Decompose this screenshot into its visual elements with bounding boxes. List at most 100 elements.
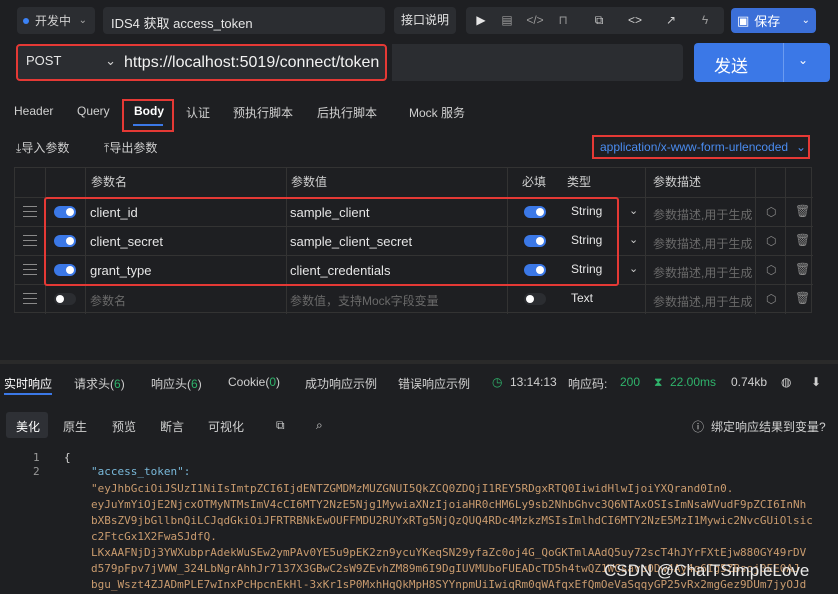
param-name-placeholder[interactable]: 参数名 [90, 292, 126, 309]
chevron-down-icon[interactable]: ⌄ [802, 15, 810, 26]
header-desc: 参数描述 [653, 175, 702, 189]
type-select[interactable]: Text [571, 291, 593, 305]
url-input[interactable]: https://localhost:5019/connect/token [124, 48, 379, 77]
tab-raw[interactable]: 原生 [63, 418, 87, 435]
watermark-text: CSDN @ChaITSimpleLove [604, 561, 810, 580]
body-tab-highlight [122, 99, 174, 132]
chevron-down-icon[interactable]: ⌄ [798, 53, 808, 67]
panel-resizer[interactable] [0, 360, 838, 364]
tab-cookie-label: Cookie [228, 375, 266, 389]
send-divider [783, 43, 784, 82]
required-toggle[interactable] [524, 293, 546, 305]
response-code-label: 响应码: [568, 377, 608, 391]
hourglass-icon: ⧗ [654, 375, 663, 389]
copy-icon[interactable]: ⧉ [590, 11, 608, 29]
trash-icon[interactable]: 🗑 [795, 262, 810, 276]
json-brace: { [64, 451, 71, 464]
tab-pretty[interactable]: 美化 [16, 418, 40, 435]
cube-icon[interactable]: ⬡ [766, 263, 776, 277]
tab-response-headers-label: 响应头 [151, 377, 188, 391]
content-type-label: application/x-www-form-urlencoded [600, 140, 789, 154]
request-line: POST ⌄ https://localhost:5019/connect/to… [16, 44, 387, 81]
bind-response-link[interactable]: 绑定响应结果到变量? [711, 418, 826, 435]
tab-pre-script[interactable]: 预执行脚本 [233, 104, 293, 121]
method-select[interactable]: POST ⌄ [26, 53, 116, 73]
copy-icon[interactable]: ⧉ [276, 418, 285, 433]
chevron-down-icon[interactable]: ⌄ [629, 204, 638, 217]
tab-response-headers[interactable]: 响应头(6) [151, 375, 202, 392]
toolbar-group: ▶ ▤ </> ⊓ ⧉ <> ↗ ϟ [466, 7, 724, 34]
table-row-new: 参数名 参数值，支持Mock字段变量 Text 参数描述,用于生成 ⬡ 🗑 [15, 285, 813, 314]
tab-auth[interactable]: 认证 [186, 104, 210, 121]
content-type-select[interactable]: application/x-www-form-urlencoded ⌄ [592, 135, 810, 159]
chevron-down-icon: ⌄ [796, 140, 807, 154]
tab-success-example[interactable]: 成功响应示例 [305, 375, 377, 392]
status-dot-icon [23, 17, 29, 24]
param-desc-cell[interactable]: 参数描述,用于生成 [653, 206, 752, 223]
drag-handle-icon[interactable] [23, 293, 37, 305]
download-icon[interactable]: ⬇ [811, 375, 821, 389]
save-label: 保存 [754, 14, 781, 29]
drag-handle-icon[interactable] [23, 206, 37, 218]
run-icon[interactable]: ▶ [472, 11, 490, 29]
tab-mock[interactable]: Mock 服务 [409, 104, 465, 121]
tab-post-script[interactable]: 后执行脚本 [317, 104, 377, 121]
cube-icon[interactable]: ⬡ [766, 292, 776, 306]
tab-query[interactable]: Query [77, 104, 110, 118]
tab-request-headers-count: 6 [114, 377, 121, 391]
chevron-down-icon[interactable]: ⌄ [629, 233, 638, 246]
trash-icon[interactable]: 🗑 [795, 204, 810, 218]
chevron-down-icon[interactable]: ⌄ [629, 262, 638, 275]
code-icon[interactable]: </> [526, 11, 544, 29]
param-desc-placeholder[interactable]: 参数描述,用于生成 [653, 293, 752, 310]
tab-cookie-count: 0 [269, 375, 277, 389]
tab-preview[interactable]: 预览 [112, 418, 136, 435]
drag-handle-icon[interactable] [23, 264, 37, 276]
param-desc-cell[interactable]: 参数描述,用于生成 [653, 235, 752, 252]
trash-icon[interactable]: 🗑 [795, 291, 810, 305]
tab-cookie[interactable]: Cookie(0) [228, 375, 280, 389]
method-label: POST [26, 53, 62, 68]
param-desc-cell[interactable]: 参数描述,用于生成 [653, 264, 752, 281]
header-required: 必填 [522, 175, 547, 189]
header-type: 类型 [567, 175, 592, 189]
help-icon: ⓘ [692, 420, 705, 434]
document-icon[interactable]: ▤ [498, 11, 516, 29]
export-params-button[interactable]: ⤒导出参数 [104, 139, 157, 156]
chevron-down-icon: ⌄ [78, 15, 87, 26]
globe-icon[interactable]: ◍ [781, 375, 791, 389]
enable-toggle[interactable] [54, 293, 76, 305]
send-label: 发送 [714, 57, 748, 76]
param-value-placeholder[interactable]: 参数值，支持Mock字段变量 [290, 292, 439, 309]
json-value-line: bXBsZV9jbGllbnQiLCJqdGkiOiJFRTRBNkEwOUFF… [91, 514, 813, 527]
export-label: 导出参数 [109, 141, 158, 155]
share-icon[interactable]: ↗ [662, 11, 680, 29]
tab-realtime-response[interactable]: 实时响应 [4, 375, 52, 392]
search-icon[interactable]: ⌕ [316, 418, 323, 433]
flash-icon[interactable]: ϟ [696, 11, 714, 29]
save-button[interactable]: ▣ 保存 ⌄ [731, 8, 816, 33]
tab-request-headers[interactable]: 请求头(6) [74, 375, 125, 392]
api-doc-button[interactable]: 接口说明 [394, 7, 456, 34]
cube-icon[interactable]: ⬡ [766, 205, 776, 219]
code-block-icon[interactable]: <> [626, 11, 644, 29]
tab-header[interactable]: Header [14, 104, 53, 118]
trash-icon[interactable]: 🗑 [795, 233, 810, 247]
line-number: 1 [33, 451, 40, 464]
tab-response-headers-count: 6 [191, 377, 198, 391]
lock-icon[interactable]: ⊓ [554, 11, 572, 29]
cube-icon[interactable]: ⬡ [766, 234, 776, 248]
json-value-line: "eyJhbGciOiJSUzI1NiIsImtpZCI6IjdENTZGMDM… [91, 482, 734, 495]
drag-handle-icon[interactable] [23, 235, 37, 247]
api-name-input[interactable]: IDS4 获取 access_token [103, 7, 385, 34]
tab-visualize[interactable]: 可视化 [208, 418, 244, 435]
import-params-button[interactable]: ⤓导入参数 [16, 139, 69, 156]
response-size: 0.74kb [731, 375, 768, 389]
header-value: 参数值 [291, 175, 328, 189]
tab-error-example[interactable]: 错误响应示例 [398, 375, 470, 392]
response-duration: 22.00ms [670, 375, 717, 389]
status-select[interactable]: 开发中 ⌄ [17, 7, 95, 34]
tab-assert[interactable]: 断言 [160, 418, 184, 435]
response-tabs: 实时响应 请求头(6) 响应头(6) Cookie(0) 成功响应示例 错误响应… [0, 366, 838, 396]
send-button[interactable]: 发送 ⌄ [694, 43, 830, 82]
